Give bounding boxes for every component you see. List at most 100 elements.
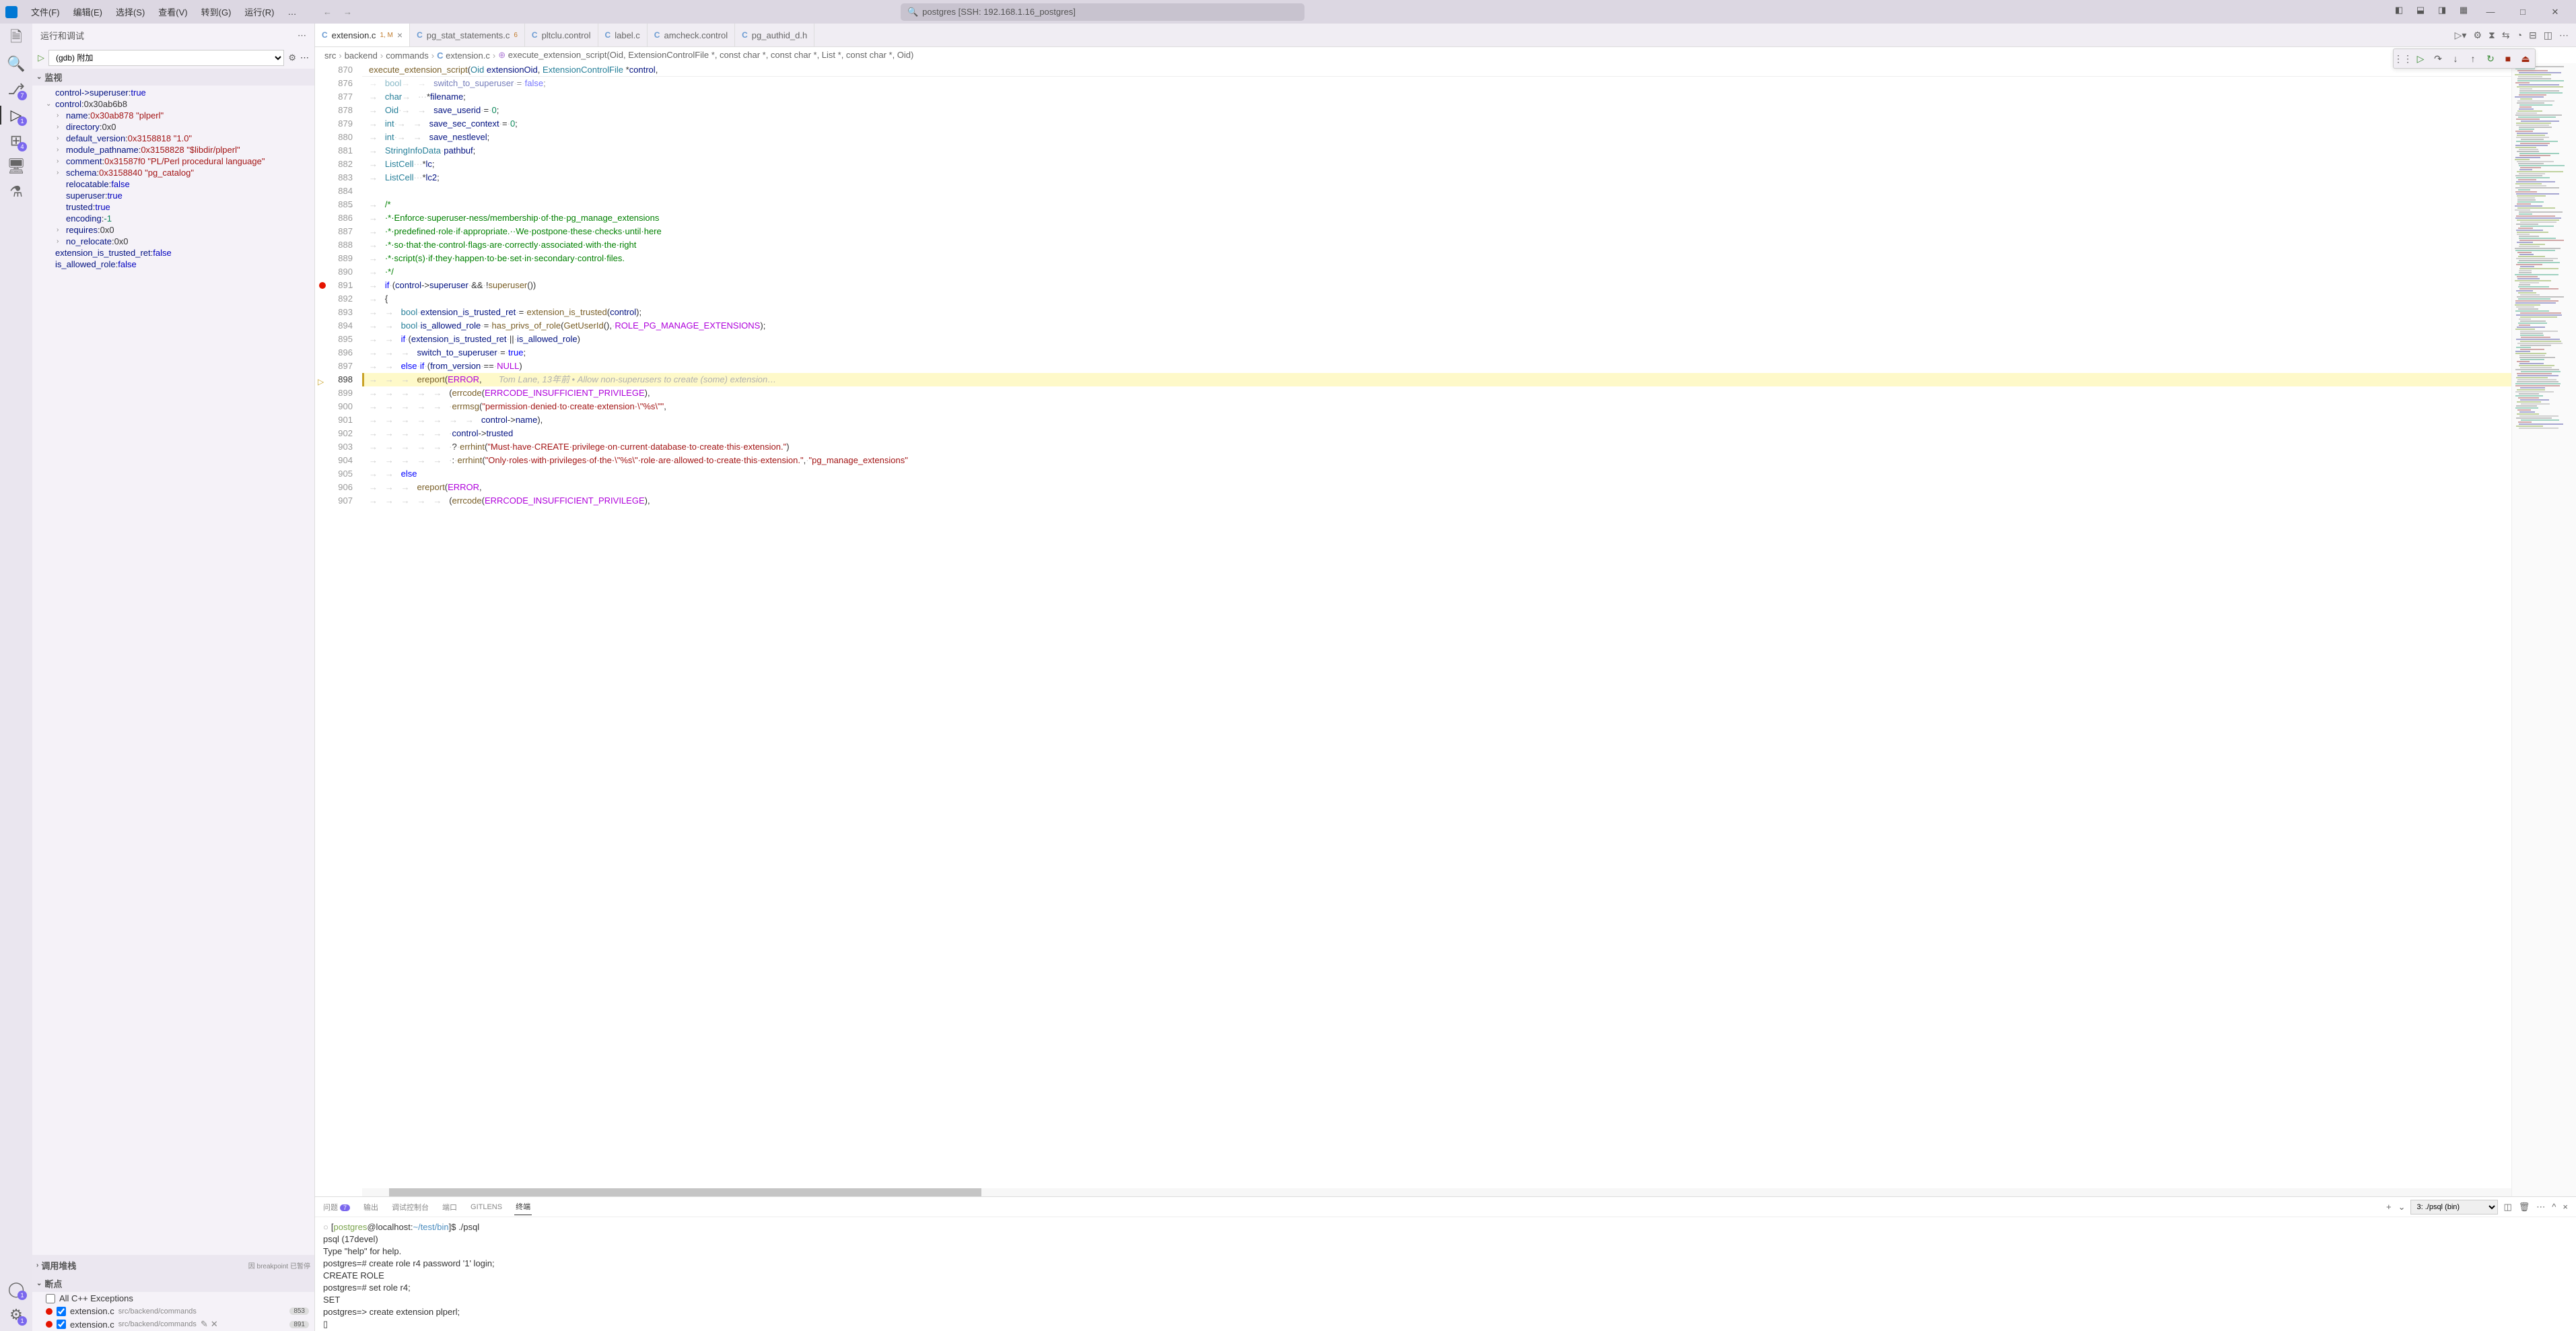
- layout-bottom-icon[interactable]: ⬓: [2410, 0, 2431, 20]
- debug-toolbar[interactable]: ⋮⋮ ▷ ↷ ↓ ↑ ↻ ■ ⏏: [2393, 48, 2536, 69]
- activity-scm-icon[interactable]: ⎇7: [7, 80, 26, 99]
- minimize-button[interactable]: —: [2475, 0, 2506, 24]
- panel-tab[interactable]: 问题7: [322, 1199, 351, 1215]
- split-icon[interactable]: ◫: [2502, 1200, 2513, 1214]
- breadcrumb-item[interactable]: C extension.c: [437, 50, 490, 61]
- start-debug-button[interactable]: ▷: [38, 53, 44, 63]
- more-icon[interactable]: ⋯: [2557, 28, 2571, 42]
- split-icon[interactable]: ◫: [2542, 28, 2554, 42]
- layout-customize-icon[interactable]: ▦: [2453, 0, 2474, 20]
- continue-button[interactable]: ▷: [2412, 50, 2429, 67]
- nav-forward-button[interactable]: →: [338, 3, 357, 22]
- editor-tab[interactable]: Cpg_stat_statements.c6: [410, 24, 525, 46]
- nav-back-button[interactable]: ←: [318, 3, 337, 22]
- minimap[interactable]: [2511, 63, 2576, 1196]
- watch-row[interactable]: control->superuser: true: [32, 87, 314, 98]
- panel-tab[interactable]: 终端: [514, 1198, 532, 1215]
- panel-tab[interactable]: 端口: [441, 1199, 458, 1215]
- activity-settings-icon[interactable]: ⚙1: [7, 1305, 26, 1324]
- edit-icon[interactable]: ✎: [201, 1319, 208, 1330]
- callstack-section-header[interactable]: ›调用堆栈 因 breakpoint 已暂停: [32, 1255, 314, 1275]
- code-editor[interactable]: execute_extension_script(Oid extensionOi…: [362, 63, 2511, 1196]
- disconnect-button[interactable]: ⏏: [2517, 50, 2534, 67]
- menu-item[interactable]: 查看(V): [153, 3, 193, 21]
- menu-item[interactable]: 编辑(E): [68, 3, 108, 21]
- editor-tab[interactable]: Cextension.c1, M×: [315, 24, 410, 46]
- breakpoints-section-header[interactable]: ⌄断点: [32, 1275, 314, 1292]
- activity-explorer-icon[interactable]: 🗎: [7, 29, 26, 48]
- activity-testing-icon[interactable]: ⚗: [7, 182, 26, 201]
- maximize-icon[interactable]: ^: [2550, 1200, 2557, 1213]
- terminal-select[interactable]: 3: ./psql (bin): [2410, 1200, 2498, 1215]
- compare-icon[interactable]: ⇆: [2500, 28, 2512, 42]
- watch-row[interactable]: ⌄control: 0x30ab6b8: [32, 98, 314, 110]
- watch-row[interactable]: is_allowed_role: false: [32, 259, 314, 270]
- editor-tab[interactable]: Cpg_authid_d.h: [735, 24, 814, 46]
- watch-row[interactable]: ›default_version: 0x3158818 "1.0": [32, 133, 314, 144]
- breadcrumb-item[interactable]: backend: [345, 50, 378, 61]
- menu-item[interactable]: 运行(R): [239, 3, 279, 21]
- watch-row[interactable]: ›schema: 0x3158840 "pg_catalog": [32, 167, 314, 178]
- watch-row[interactable]: trusted: true: [32, 201, 314, 213]
- step-into-button[interactable]: ↓: [2447, 50, 2464, 67]
- gear-icon[interactable]: ⚙: [288, 53, 296, 63]
- gear-icon[interactable]: ⚙: [2471, 28, 2484, 42]
- bp-checkbox[interactable]: [57, 1320, 66, 1329]
- stop-button[interactable]: ■: [2500, 50, 2516, 67]
- trash-icon[interactable]: 🗑: [2517, 1200, 2532, 1214]
- panel-tab[interactable]: 输出: [362, 1199, 380, 1215]
- activity-account-icon[interactable]: ◯1: [7, 1280, 26, 1299]
- chevron-down-icon[interactable]: ⌄: [2397, 1200, 2407, 1214]
- bp-checkbox[interactable]: [57, 1307, 66, 1316]
- history-icon[interactable]: ◔: [2515, 28, 2524, 42]
- terminal[interactable]: ○[postgres@localhost:~/test/bin]$ ./psql…: [315, 1217, 2576, 1331]
- more-icon[interactable]: ⋯: [300, 53, 309, 63]
- step-over-button[interactable]: ↷: [2430, 50, 2446, 67]
- panel-tab[interactable]: GITLENS: [469, 1200, 503, 1214]
- menu-item[interactable]: 文件(F): [26, 3, 65, 21]
- close-button[interactable]: ✕: [2540, 0, 2571, 24]
- watch-row[interactable]: encoding: -1: [32, 213, 314, 224]
- activity-remote-icon[interactable]: 🖥: [7, 157, 26, 176]
- watch-row[interactable]: extension_is_trusted_ret: false: [32, 247, 314, 259]
- gutter[interactable]: 870876877878879880881882883884885⌄886887…: [315, 63, 362, 1196]
- breadcrumb-item[interactable]: commands: [386, 50, 429, 61]
- layout-right-icon[interactable]: ◨: [2432, 0, 2452, 20]
- bp-checkbox[interactable]: [46, 1294, 55, 1303]
- watch-row[interactable]: relocatable: false: [32, 178, 314, 190]
- watch-row[interactable]: ›requires: 0x0: [32, 224, 314, 236]
- breadcrumb-item[interactable]: src: [324, 50, 336, 61]
- menu-item[interactable]: 转到(G): [196, 3, 237, 21]
- diff-icon[interactable]: ⊟: [2527, 28, 2539, 42]
- more-icon[interactable]: ⋯: [2535, 1200, 2546, 1214]
- editor-tab[interactable]: Camcheck.control: [648, 24, 735, 46]
- watch-row[interactable]: ›module_pathname: 0x3158828 "$libdir/plp…: [32, 144, 314, 156]
- menu-item[interactable]: 选择(S): [110, 3, 150, 21]
- watch-section-header[interactable]: ⌄监视: [32, 69, 314, 86]
- debug-config-select[interactable]: (gdb) 附加: [48, 50, 284, 66]
- panel-tab[interactable]: 调试控制台: [390, 1199, 430, 1215]
- watch-row[interactable]: ›no_relocate: 0x0: [32, 236, 314, 247]
- command-center[interactable]: 🔍 postgres [SSH: 192.168.1.16_postgres]: [901, 3, 1304, 21]
- activity-debug-icon[interactable]: ▷1: [7, 106, 26, 125]
- close-icon[interactable]: ✕: [211, 1319, 218, 1330]
- watch-row[interactable]: ›directory: 0x0: [32, 121, 314, 133]
- maximize-button[interactable]: □: [2507, 0, 2538, 24]
- breakpoint-row[interactable]: extension.csrc/backend/commands853: [32, 1305, 314, 1318]
- editor-tab[interactable]: Cpltclu.control: [525, 24, 598, 46]
- editor-tab[interactable]: Clabel.c: [598, 24, 648, 46]
- breakpoint-row[interactable]: All C++ Exceptions: [32, 1292, 314, 1305]
- breadcrumb-item[interactable]: ⊕ execute_extension_script(Oid, Extensio…: [498, 50, 913, 61]
- close-icon[interactable]: ×: [397, 30, 403, 40]
- add-icon[interactable]: +: [2385, 1200, 2393, 1213]
- timeline-icon[interactable]: ⧗: [2486, 28, 2497, 42]
- activity-extensions-icon[interactable]: ⊞4: [7, 131, 26, 150]
- restart-button[interactable]: ↻: [2482, 50, 2499, 67]
- menu-item[interactable]: …: [282, 4, 302, 20]
- watch-row[interactable]: ›name: 0x30ab878 "plperl": [32, 110, 314, 121]
- step-out-button[interactable]: ↑: [2465, 50, 2481, 67]
- close-icon[interactable]: ×: [2561, 1200, 2569, 1213]
- activity-search-icon[interactable]: 🔍: [7, 55, 26, 73]
- watch-row[interactable]: superuser: true: [32, 190, 314, 201]
- more-icon[interactable]: ⋯: [298, 30, 306, 41]
